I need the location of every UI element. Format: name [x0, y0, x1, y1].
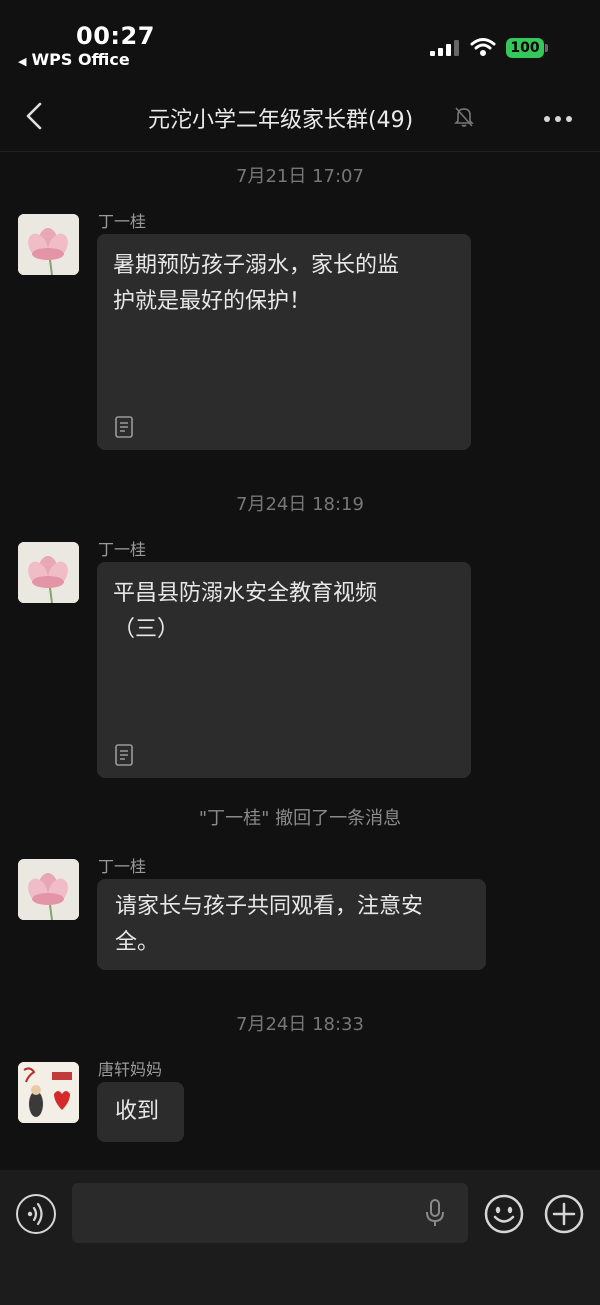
message-timestamp: 7月21日 17:07 — [236, 166, 364, 187]
back-to-app-link[interactable]: ◀ WPS Office — [18, 50, 130, 69]
message-input[interactable] — [72, 1183, 468, 1243]
message-line: 请家长与孩子共同观看，注意安 — [115, 894, 424, 919]
avatar[interactable] — [18, 542, 79, 603]
back-triangle-icon: ◀ — [18, 55, 27, 68]
sender-name: 唐轩妈妈 — [98, 1060, 163, 1079]
message-timestamp: 7月24日 18:19 — [236, 494, 364, 515]
avatar[interactable] — [18, 214, 79, 275]
file-title-line: 护就是最好的保护！ — [113, 289, 312, 314]
file-title-line: （三） — [113, 617, 180, 642]
recall-notice: "丁一桂" 撤回了一条消息 — [198, 808, 402, 829]
lotus-avatar-icon — [18, 214, 79, 275]
status-bar: 00:27 ◀ WPS Office 100 — [0, 0, 600, 80]
back-app-label: WPS Office — [31, 50, 130, 69]
chevron-left-icon[interactable] — [20, 100, 48, 132]
voice-icon[interactable] — [16, 1194, 56, 1234]
message-line: 全。 — [115, 930, 160, 955]
file-message-bubble[interactable]: 平昌县防溺水安全教育视频 （三） — [97, 562, 471, 778]
file-title: 暑期预防孩子溺水，家长的监 护就是最好的保护！ — [113, 248, 399, 320]
sender-name: 丁一桂 — [98, 212, 147, 231]
lotus-avatar-icon — [18, 542, 79, 603]
avatar[interactable] — [18, 859, 79, 920]
lotus-avatar-icon — [18, 859, 79, 920]
document-icon — [115, 416, 133, 438]
file-title: 平昌县防溺水安全教育视频 （三） — [113, 576, 377, 648]
file-message-bubble[interactable]: 暑期预防孩子溺水，家长的监 护就是最好的保护！ — [97, 234, 471, 450]
chat-title: 元沱小学二年级家长群(49) — [148, 108, 414, 133]
avatar[interactable] — [18, 1062, 79, 1123]
sender-name: 丁一桂 — [98, 857, 147, 876]
poster-avatar-icon — [18, 1062, 79, 1123]
cellular-signal-icon — [430, 40, 459, 56]
input-bar — [0, 1170, 600, 1305]
text-message-bubble[interactable]: 收到 — [97, 1082, 184, 1142]
bell-slash-icon — [454, 107, 474, 127]
text-message-bubble[interactable]: 请家长与孩子共同观看，注意安 全。 — [97, 879, 486, 970]
plus-icon[interactable] — [544, 1194, 584, 1234]
status-time: 00:27 — [76, 22, 155, 50]
microphone-icon[interactable] — [424, 1198, 446, 1228]
document-icon — [115, 744, 133, 766]
chat-header: 元沱小学二年级家长群(49) — [0, 80, 600, 152]
battery-indicator: 100 — [506, 38, 544, 58]
wifi-icon — [470, 38, 496, 56]
message-text: 收到 — [115, 1099, 160, 1124]
emoji-icon[interactable] — [484, 1194, 524, 1234]
file-title-line: 暑期预防孩子溺水，家长的监 — [113, 253, 400, 278]
message-text: 请家长与孩子共同观看，注意安 全。 — [115, 889, 423, 961]
file-title-line: 平昌县防溺水安全教育视频 — [113, 581, 378, 606]
more-dots-icon[interactable] — [538, 102, 578, 132]
voice-wave-icon — [27, 1202, 43, 1226]
battery-tip — [545, 44, 548, 52]
message-timestamp: 7月24日 18:33 — [236, 1014, 364, 1035]
sender-name: 丁一桂 — [98, 540, 147, 559]
